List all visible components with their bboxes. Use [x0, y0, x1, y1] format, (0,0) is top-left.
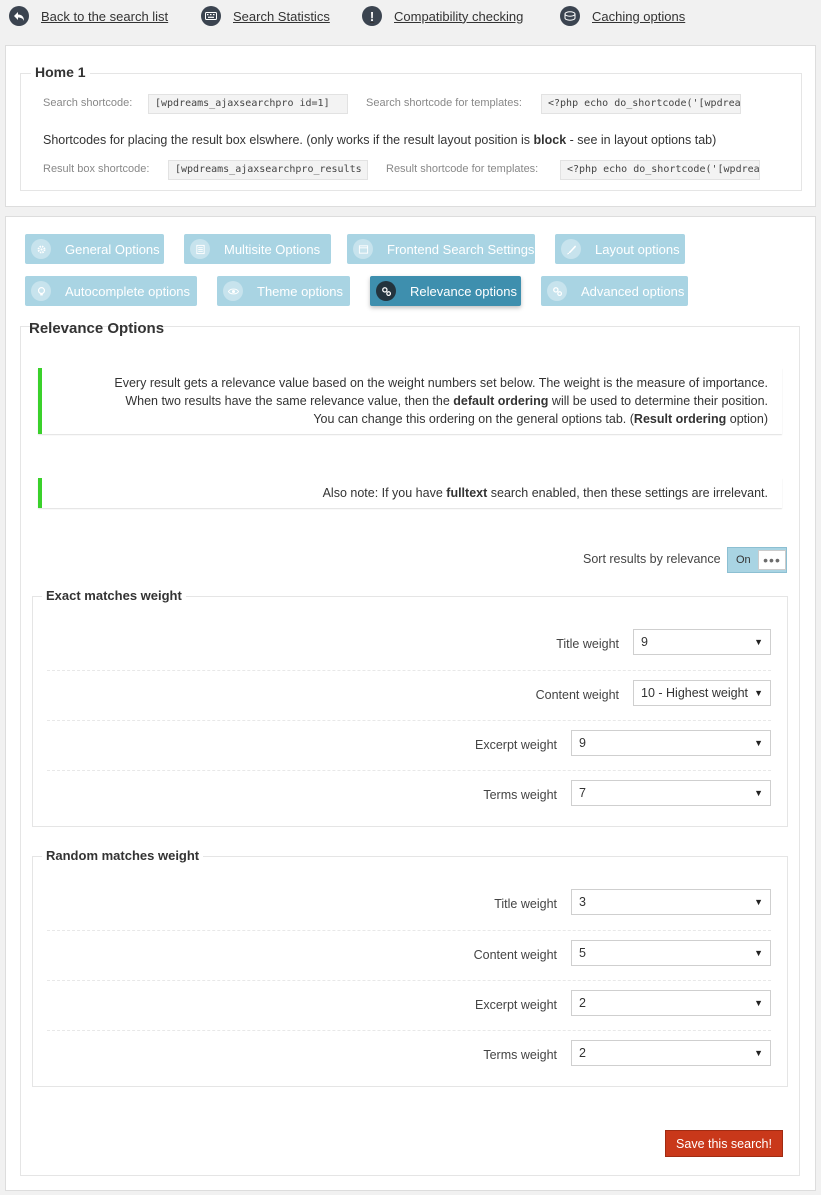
exact-content-weight-row: Content weight 10 - Highest weight ▼	[47, 670, 771, 720]
back-link-label: Back to the search list	[41, 8, 169, 24]
search-shortcode-label: Search shortcode:	[43, 97, 133, 109]
result-box-shortcode-input[interactable]: [wpdreams_ajaxsearchpro_results id=1 ele…	[168, 160, 368, 180]
toggle-knob-dots-icon: •••	[758, 550, 786, 570]
relevance-section-title: Relevance Options	[29, 320, 165, 337]
gear-icon	[31, 239, 51, 259]
exact-title-weight-label: Title weight	[556, 637, 619, 651]
keyboard-icon	[201, 6, 221, 26]
search-template-input[interactable]: <?php echo do_shortcode('[wpdreams_ajaxs…	[541, 94, 741, 114]
exact-matches-title: Exact matches weight	[42, 588, 186, 603]
tab-autocomplete-options[interactable]: Autocomplete options	[25, 276, 197, 306]
eye-icon	[223, 281, 243, 301]
tab-layout-options[interactable]: Layout options	[555, 234, 685, 264]
compatibility-link-label: Compatibility checking	[394, 8, 524, 24]
dropdown-arrow-icon: ▼	[754, 738, 763, 748]
relevance-info-notice: Every result gets a relevance value base…	[38, 368, 782, 434]
random-excerpt-weight-select[interactable]: 2 ▼	[571, 990, 771, 1016]
result-box-shortcode-label: Result box shortcode:	[43, 163, 150, 175]
back-to-search-list-link[interactable]: Back to the search list	[9, 6, 168, 26]
dropdown-arrow-icon: ▼	[754, 998, 763, 1008]
random-title-weight-row: Title weight 3 ▼	[47, 880, 771, 930]
result-box-note: Shortcodes for placing the result box el…	[43, 133, 717, 147]
search-template-label: Search shortcode for templates:	[366, 97, 522, 109]
toggle-state-label: On	[736, 554, 751, 566]
exact-excerpt-weight-select[interactable]: 9 ▼	[571, 730, 771, 756]
random-matches-group: Random matches weight Title weight 3 ▼ Co…	[32, 848, 788, 1087]
tab-general-options[interactable]: General Options	[25, 234, 164, 264]
dropdown-arrow-icon: ▼	[754, 788, 763, 798]
dropdown-arrow-icon: ▼	[754, 897, 763, 907]
database-icon	[560, 6, 580, 26]
sort-by-relevance-label: Sort results by relevance	[583, 552, 721, 566]
exact-matches-group: Exact matches weight Title weight 9 ▼ Con…	[32, 588, 788, 827]
random-matches-title: Random matches weight	[42, 848, 204, 863]
random-content-weight-label: Content weight	[473, 948, 557, 962]
brush-icon	[561, 239, 581, 259]
multisite-icon	[190, 239, 210, 259]
random-excerpt-weight-row: Excerpt weight 2 ▼	[47, 980, 771, 1030]
fulltext-notice: Also note: If you have fulltext search e…	[38, 478, 782, 508]
tab-theme-options[interactable]: Theme options	[217, 276, 350, 306]
random-terms-weight-row: Terms weight 2 ▼	[47, 1030, 771, 1080]
exact-excerpt-weight-label: Excerpt weight	[475, 738, 557, 752]
exact-content-weight-label: Content weight	[535, 688, 619, 702]
random-excerpt-weight-label: Excerpt weight	[475, 998, 557, 1012]
tab-multisite-options[interactable]: Multisite Options	[184, 234, 331, 264]
caching-link-label: Caching options	[592, 8, 686, 24]
search-instance-title: Home 1	[31, 64, 90, 80]
dropdown-arrow-icon: ▼	[754, 948, 763, 958]
exclamation-icon: !	[362, 6, 382, 26]
exact-excerpt-weight-row: Excerpt weight 9 ▼	[47, 720, 771, 770]
exact-terms-weight-select[interactable]: 7 ▼	[571, 780, 771, 806]
result-template-label: Result shortcode for templates:	[386, 163, 539, 175]
shortcode-panel: Home 1 Search shortcode: [wpdreams_ajaxs…	[5, 45, 816, 207]
dropdown-arrow-icon: ▼	[754, 688, 763, 698]
caching-options-link[interactable]: Caching options	[560, 6, 685, 26]
random-content-weight-row: Content weight 5 ▼	[47, 930, 771, 980]
bulb-icon	[31, 281, 51, 301]
exact-terms-weight-label: Terms weight	[483, 788, 557, 802]
search-statistics-link[interactable]: Search Statistics	[201, 6, 330, 26]
random-title-weight-label: Title weight	[494, 897, 557, 911]
compatibility-checking-link[interactable]: ! Compatibility checking	[362, 6, 523, 26]
top-navigation: Back to the search list Search Statistic…	[0, 0, 821, 34]
exact-content-weight-select[interactable]: 10 - Highest weight ▼	[633, 680, 771, 706]
random-terms-weight-select[interactable]: 2 ▼	[571, 1040, 771, 1066]
dropdown-arrow-icon: ▼	[754, 1048, 763, 1058]
exact-terms-weight-row: Terms weight 7 ▼	[47, 770, 771, 820]
tab-relevance-options[interactable]: Relevance options	[370, 276, 521, 306]
tab-advanced-options[interactable]: Advanced options	[541, 276, 688, 306]
random-title-weight-select[interactable]: 3 ▼	[571, 889, 771, 915]
gears-icon	[376, 281, 396, 301]
exact-title-weight-select[interactable]: 9 ▼	[633, 629, 771, 655]
back-arrow-icon	[9, 6, 29, 26]
search-shortcode-input[interactable]: [wpdreams_ajaxsearchpro id=1]	[148, 94, 348, 114]
tab-frontend-search-settings[interactable]: Frontend Search Settings	[347, 234, 535, 264]
exact-title-weight-row: Title weight 9 ▼	[47, 620, 771, 670]
advanced-gears-icon	[547, 281, 567, 301]
result-template-input[interactable]: <?php echo do_shortcode('[wpdreams_ajaxs…	[560, 160, 760, 180]
sort-by-relevance-toggle[interactable]: On •••	[727, 547, 787, 573]
dropdown-arrow-icon: ▼	[754, 637, 763, 647]
statistics-link-label: Search Statistics	[233, 8, 330, 24]
save-search-button[interactable]: Save this search!	[665, 1130, 783, 1157]
random-content-weight-select[interactable]: 5 ▼	[571, 940, 771, 966]
random-terms-weight-label: Terms weight	[483, 1048, 557, 1062]
frontend-icon	[353, 239, 373, 259]
